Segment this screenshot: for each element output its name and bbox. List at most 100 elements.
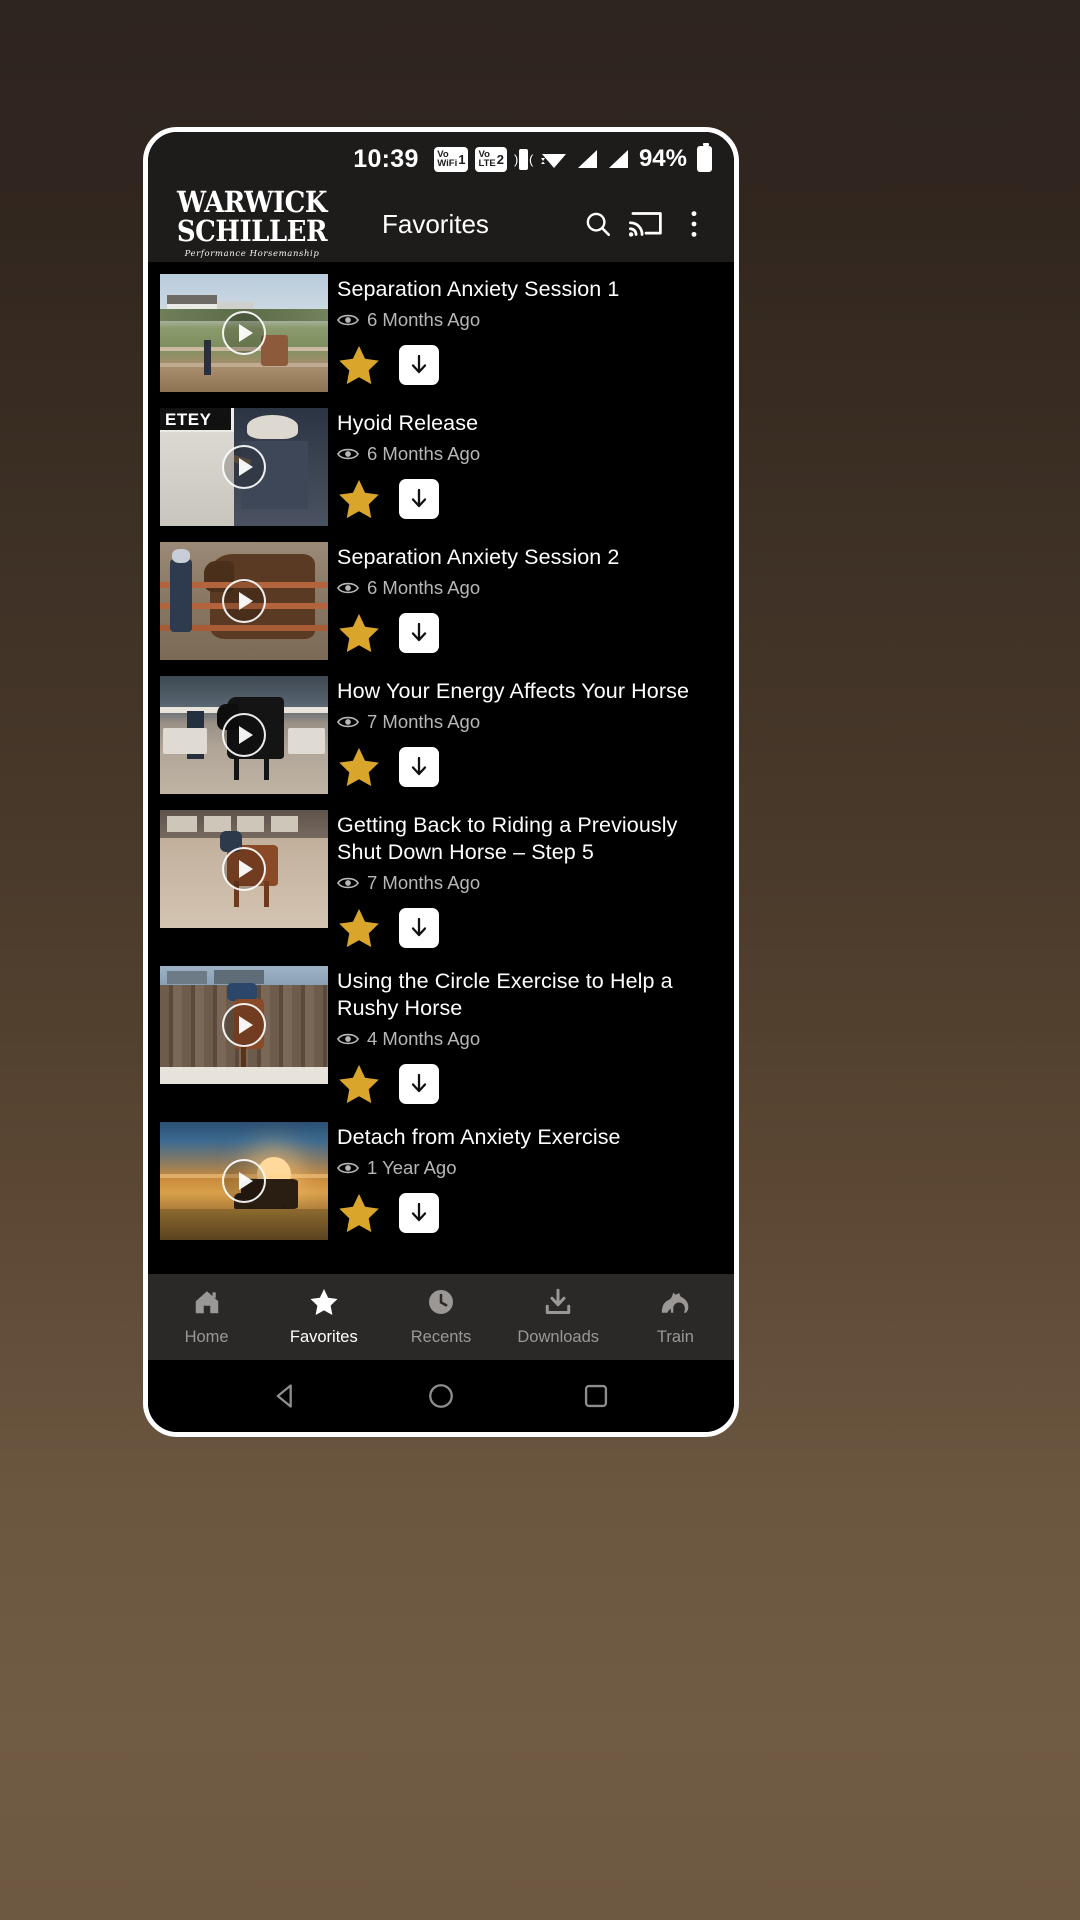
favorite-button[interactable]	[337, 343, 381, 387]
video-actions	[337, 1191, 724, 1235]
favorite-button[interactable]	[337, 477, 381, 521]
video-thumbnail[interactable]: ETEY	[160, 408, 328, 526]
volte-icon: Vo LTE 2	[475, 146, 507, 172]
favorite-button[interactable]	[337, 906, 381, 950]
horse-icon	[657, 1287, 693, 1322]
download-button[interactable]	[399, 613, 439, 653]
download-icon	[545, 1288, 571, 1314]
download-button[interactable]	[399, 747, 439, 787]
play-button[interactable]	[222, 579, 266, 623]
video-info: Separation Anxiety Session 1 6 Months Ag…	[337, 274, 724, 387]
video-thumbnail[interactable]	[160, 966, 328, 1084]
video-row[interactable]: Detach from Anxiety Exercise 1 Year Ago	[148, 1114, 734, 1248]
eye-icon	[337, 1162, 359, 1174]
video-row[interactable]: Separation Anxiety Session 2 6 Months Ag…	[148, 534, 734, 668]
system-home-button[interactable]	[419, 1374, 463, 1418]
video-row[interactable]: ETEY Hyoid Release 6 Months Ago	[148, 400, 734, 534]
signal-bars-icon	[577, 150, 597, 168]
video-info: Separation Anxiety Session 2 6 Months Ag…	[337, 542, 724, 655]
video-info: Hyoid Release 6 Months Ago	[337, 408, 724, 521]
video-thumbnail[interactable]	[160, 542, 328, 660]
video-list[interactable]: Separation Anxiety Session 1 6 Months Ag…	[148, 262, 734, 1274]
download-arrow-icon	[411, 756, 427, 776]
video-row[interactable]: How Your Energy Affects Your Horse 7 Mon…	[148, 668, 734, 802]
download-button[interactable]	[399, 1064, 439, 1104]
video-meta: 1 Year Ago	[337, 1157, 724, 1179]
video-age: 6 Months Ago	[367, 443, 481, 464]
overflow-menu-button[interactable]	[670, 200, 718, 248]
video-thumbnail[interactable]	[160, 810, 328, 928]
download-button[interactable]	[399, 1193, 439, 1233]
favorite-button[interactable]	[337, 1191, 381, 1235]
volte-bottom-label: LTE	[478, 158, 496, 169]
nav-label: Home	[184, 1328, 229, 1346]
brand-logo: WARWICK SCHILLER Performance Horsemanshi…	[166, 185, 338, 258]
favorite-button[interactable]	[337, 1062, 381, 1106]
play-button[interactable]	[222, 445, 266, 489]
video-meta: 6 Months Ago	[337, 309, 724, 331]
video-age: 7 Months Ago	[367, 872, 481, 893]
download-button[interactable]	[399, 908, 439, 948]
app-header: WARWICK SCHILLER Performance Horsemanshi…	[148, 186, 734, 262]
video-actions	[337, 611, 724, 655]
video-row[interactable]: Using the Circle Exercise to Help a Rush…	[148, 958, 734, 1114]
brand-logo-line2: SCHILLER	[176, 214, 328, 249]
play-button[interactable]	[222, 1159, 266, 1203]
download-arrow-icon	[411, 354, 427, 374]
nav-item-train[interactable]: Train	[617, 1287, 734, 1347]
video-thumbnail[interactable]	[160, 676, 328, 794]
download-arrow-icon	[411, 917, 427, 937]
star-filled-icon	[339, 747, 379, 787]
download-button[interactable]	[399, 479, 439, 519]
eye-icon	[337, 448, 359, 460]
play-button[interactable]	[222, 847, 266, 891]
play-button[interactable]	[222, 1003, 266, 1047]
play-icon	[239, 324, 253, 342]
video-actions	[337, 745, 724, 789]
eye-icon	[337, 1033, 359, 1045]
download-button[interactable]	[399, 345, 439, 385]
eye-icon	[337, 314, 359, 326]
download-icon	[543, 1287, 573, 1322]
star-filled-icon	[310, 1289, 338, 1315]
video-thumbnail[interactable]	[160, 1122, 328, 1240]
battery-percentage: 94%	[638, 145, 687, 172]
video-title: Separation Anxiety Session 1	[337, 277, 620, 301]
home-icon	[195, 1291, 218, 1314]
cast-button[interactable]	[622, 200, 670, 248]
home-icon	[192, 1287, 222, 1322]
horse-icon	[662, 1292, 689, 1313]
system-recents-button[interactable]	[574, 1374, 618, 1418]
favorite-button[interactable]	[337, 745, 381, 789]
video-actions	[337, 1062, 724, 1106]
video-title: Getting Back to Riding a Previously Shut…	[337, 813, 678, 864]
vowifi-bottom-label: WiFi	[437, 158, 458, 169]
video-meta: 7 Months Ago	[337, 711, 724, 733]
nav-item-favorites[interactable]: Favorites	[265, 1287, 382, 1347]
video-row[interactable]: Getting Back to Riding a Previously Shut…	[148, 802, 734, 958]
video-title: Detach from Anxiety Exercise	[337, 1125, 621, 1149]
video-info: How Your Energy Affects Your Horse 7 Mon…	[337, 676, 724, 789]
phone-screen: 10:39 Vo WiFi 1 Vo LTE 2) (94% WARWICK…	[148, 132, 734, 1432]
video-meta: 6 Months Ago	[337, 577, 724, 599]
video-info: Detach from Anxiety Exercise 1 Year Ago	[337, 1122, 724, 1235]
status-icon-tray: Vo WiFi 1 Vo LTE 2 ) (94%	[434, 143, 712, 173]
play-button[interactable]	[222, 713, 266, 757]
video-thumbnail[interactable]	[160, 274, 328, 392]
nav-label: Downloads	[517, 1328, 600, 1346]
nav-item-home[interactable]: Home	[148, 1287, 265, 1347]
phone-frame: 10:39 Vo WiFi 1 Vo LTE 2) (94% WARWICK…	[143, 127, 739, 1437]
video-meta: 6 Months Ago	[337, 443, 724, 465]
vowifi-sim-number: 1	[458, 151, 466, 167]
video-age: 4 Months Ago	[367, 1028, 481, 1049]
play-icon	[239, 592, 253, 610]
video-row[interactable]: Separation Anxiety Session 1 6 Months Ag…	[148, 266, 734, 400]
nav-item-recents[interactable]: Recents	[382, 1287, 499, 1347]
search-button[interactable]	[574, 200, 622, 248]
play-icon	[239, 1172, 253, 1190]
brand-logo-line1: WARWICK	[177, 185, 327, 220]
play-button[interactable]	[222, 311, 266, 355]
system-back-button[interactable]	[264, 1374, 308, 1418]
nav-item-downloads[interactable]: Downloads	[500, 1287, 617, 1347]
favorite-button[interactable]	[337, 611, 381, 655]
